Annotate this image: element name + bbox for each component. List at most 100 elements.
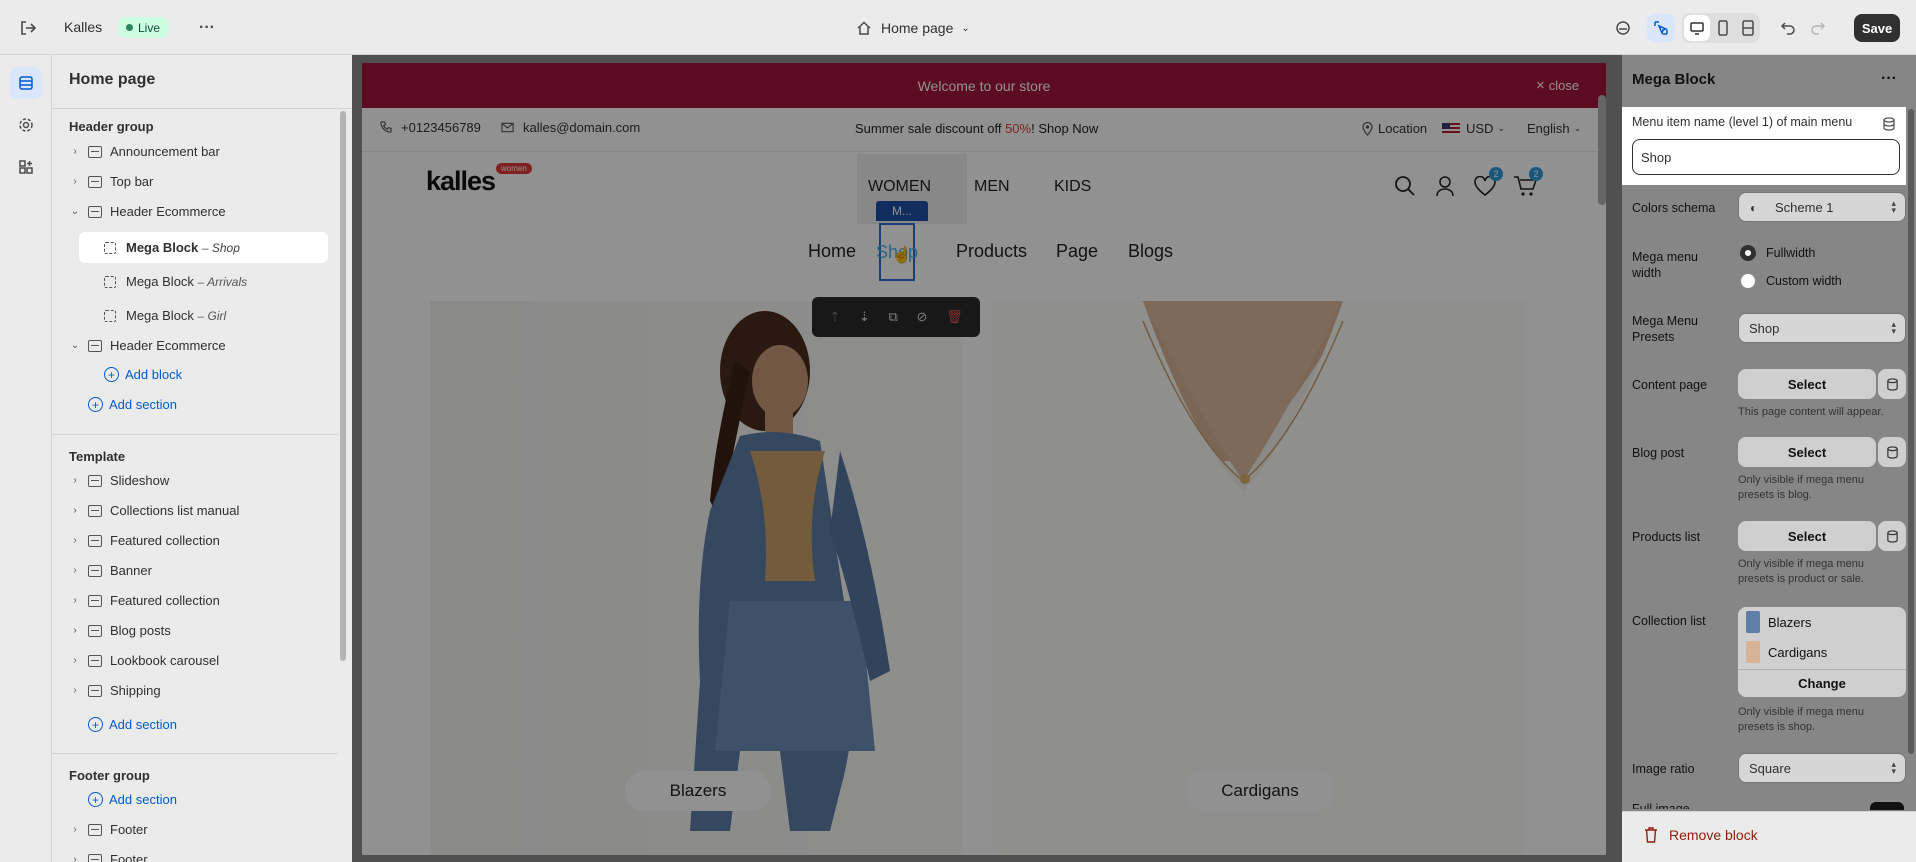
section-footer[interactable]: › Footer	[68, 822, 147, 837]
desktop-view-icon[interactable]	[1684, 15, 1710, 41]
delete-icon[interactable]: 🗑	[946, 309, 963, 325]
undo-icon[interactable]	[1776, 16, 1800, 40]
products-list-select-button[interactable]: Select	[1738, 521, 1876, 551]
panel-scrollbar[interactable]	[340, 111, 346, 661]
move-up-icon[interactable]: ⇡	[829, 309, 840, 325]
redo-icon[interactable]	[1806, 16, 1830, 40]
section-featured-collection-2[interactable]: › Featured collection	[68, 593, 220, 608]
currency-selector[interactable]: USD ⌄	[1442, 121, 1505, 136]
chevron-right-icon[interactable]: ›	[68, 176, 82, 187]
move-down-icon[interactable]: ⇣	[859, 309, 870, 325]
full-image-toggle[interactable]	[1870, 802, 1904, 810]
mobile-view-icon[interactable]	[1711, 15, 1735, 41]
inspector-icon[interactable]	[1612, 17, 1634, 39]
chevron-right-icon[interactable]: ›	[68, 146, 82, 157]
add-section-footer-button[interactable]: + Add section	[88, 792, 177, 807]
more-icon[interactable]: ···	[195, 16, 219, 40]
duplicate-icon[interactable]: ⧉	[889, 309, 898, 325]
chevron-right-icon[interactable]: ›	[68, 655, 82, 666]
sections-icon[interactable]	[10, 67, 42, 99]
chevron-right-icon[interactable]: ›	[68, 595, 82, 606]
section-shipping[interactable]: › Shipping	[68, 683, 160, 698]
add-section-template-button[interactable]: + Add section	[88, 717, 177, 732]
chevron-right-icon[interactable]: ›	[68, 685, 82, 696]
colors-select[interactable]: ◐ Scheme 1 ▴ ▾	[1738, 192, 1906, 222]
store-phone[interactable]: +0123456789	[379, 120, 481, 135]
collection-card-blazers[interactable]: Blazers	[430, 301, 963, 855]
mega-nav-page[interactable]: Page	[1056, 241, 1098, 262]
nav-kids[interactable]: KIDS	[1054, 178, 1091, 196]
nav-men[interactable]: MEN	[974, 178, 1010, 196]
chevron-right-icon[interactable]: ›	[68, 824, 82, 835]
section-header-ecommerce[interactable]: ⌄ Header Ecommerce	[68, 204, 226, 219]
section-top-bar[interactable]: › Top bar	[68, 174, 153, 189]
dynamic-source-icon[interactable]	[1882, 117, 1896, 131]
chevron-right-icon[interactable]: ›	[68, 565, 82, 576]
section-header-ecommerce-2[interactable]: ⌄ Header Ecommerce	[68, 338, 226, 353]
apps-icon[interactable]	[10, 151, 42, 183]
collection-item-cardigans[interactable]: Cardigans	[1746, 641, 1827, 663]
chevron-right-icon[interactable]: ›	[68, 625, 82, 636]
hide-icon[interactable]: ⊘	[917, 309, 928, 325]
mega-nav-home[interactable]: Home	[808, 241, 856, 262]
dynamic-source-icon[interactable]	[1878, 521, 1906, 551]
language-selector[interactable]: English ⌄	[1527, 121, 1581, 136]
section-lookbook-carousel[interactable]: › Lookbook carousel	[68, 653, 219, 668]
fullscreen-view-icon[interactable]	[1736, 15, 1760, 41]
add-section-header-button[interactable]: + Add section	[88, 397, 177, 412]
more-icon[interactable]: ···	[1877, 67, 1901, 91]
block-mega-girl[interactable]: Mega Block – Girl	[104, 308, 226, 323]
store-email[interactable]: kalles@domain.com	[501, 120, 640, 135]
content-page-select-button[interactable]: Select	[1738, 369, 1876, 399]
radio-checked-icon[interactable]	[1740, 245, 1756, 261]
settings-scrollbar[interactable]	[1908, 109, 1914, 754]
collection-card-cardigans[interactable]: Cardigans	[993, 301, 1526, 855]
add-block-button[interactable]: + Add block	[104, 367, 182, 382]
remove-block-button[interactable]: Remove block	[1644, 827, 1758, 843]
blog-post-select-button[interactable]: Select	[1738, 437, 1876, 467]
image-ratio-select[interactable]: Square ▴ ▾	[1738, 753, 1906, 783]
block-tag[interactable]: M...	[876, 201, 928, 221]
section-footer-2[interactable]: › Footer	[68, 852, 148, 862]
collection-label-blazers[interactable]: Blazers	[625, 771, 771, 811]
preview-scrollbar[interactable]	[1598, 95, 1606, 205]
chevron-down-icon[interactable]: ⌄	[68, 340, 82, 351]
store-logo[interactable]: kalles	[426, 166, 496, 197]
section-collections-list-manual[interactable]: › Collections list manual	[68, 503, 239, 518]
block-mega-arrivals[interactable]: Mega Block – Arrivals	[104, 274, 247, 289]
account-icon[interactable]	[1432, 173, 1458, 199]
search-icon[interactable]	[1392, 173, 1418, 199]
section-banner[interactable]: › Banner	[68, 563, 152, 578]
page-selector[interactable]: Home page ⌄	[856, 17, 970, 39]
collection-item-blazers[interactable]: Blazers	[1746, 611, 1811, 633]
chevron-right-icon[interactable]: ›	[68, 505, 82, 516]
theme-settings-icon[interactable]	[10, 109, 42, 141]
section-slideshow[interactable]: › Slideshow	[68, 473, 169, 488]
chevron-down-icon[interactable]: ⌄	[68, 206, 82, 217]
change-collections-button[interactable]: Change	[1738, 669, 1906, 697]
section-announcement-bar[interactable]: › Announcement bar	[68, 144, 220, 159]
block-mega-shop[interactable]: Mega Block – Shop	[104, 240, 240, 255]
radio-icon[interactable]	[1740, 273, 1756, 289]
section-featured-collection[interactable]: › Featured collection	[68, 533, 220, 548]
presets-select[interactable]: Shop ▴ ▾	[1738, 313, 1906, 343]
collection-label-cardigans[interactable]: Cardigans	[1185, 771, 1335, 811]
mega-nav-blogs[interactable]: Blogs	[1128, 241, 1173, 262]
mega-nav-products[interactable]: Products	[956, 241, 1027, 262]
width-option-fullwidth[interactable]: Fullwidth	[1740, 245, 1815, 261]
save-button[interactable]: Save	[1854, 14, 1900, 42]
dynamic-source-icon[interactable]	[1878, 437, 1906, 467]
store-location[interactable]: Location	[1362, 121, 1427, 136]
promo-text[interactable]: Summer sale discount off 50%! Shop Now	[855, 121, 1098, 136]
announcement-close[interactable]: × close	[1536, 77, 1579, 94]
exit-icon[interactable]	[16, 16, 40, 40]
menu-item-input[interactable]: Shop	[1632, 139, 1900, 175]
width-option-custom[interactable]: Custom width	[1740, 273, 1842, 289]
chevron-right-icon[interactable]: ›	[68, 854, 82, 862]
section-blog-posts[interactable]: › Blog posts	[68, 623, 170, 638]
dynamic-source-icon[interactable]	[1878, 369, 1906, 399]
nav-women[interactable]: WOMEN	[868, 178, 931, 196]
chevron-right-icon[interactable]: ›	[68, 475, 82, 486]
chevron-right-icon[interactable]: ›	[68, 535, 82, 546]
select-tool-icon[interactable]	[1647, 14, 1675, 42]
